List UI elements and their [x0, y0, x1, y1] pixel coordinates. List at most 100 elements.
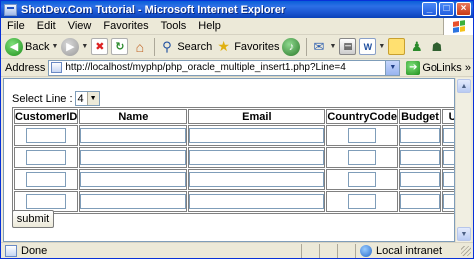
cell: [14, 147, 79, 168]
home-button[interactable]: ⌂: [131, 36, 148, 58]
scroll-down-icon[interactable]: ▼: [457, 227, 471, 241]
menu-file[interactable]: File: [1, 20, 31, 32]
name-input[interactable]: [80, 150, 187, 165]
email-input[interactable]: [189, 128, 325, 143]
discuss-icon: [388, 38, 406, 55]
mail-button[interactable]: ✉ ▼: [310, 36, 337, 58]
menu-edit[interactable]: Edit: [31, 20, 62, 32]
column-header-name: Name: [79, 109, 188, 124]
budget-input[interactable]: [400, 128, 441, 143]
maximize-button[interactable]: □: [439, 2, 454, 16]
customerid-input[interactable]: [26, 150, 67, 165]
research-button[interactable]: ☗: [428, 36, 445, 58]
mail-icon: ✉: [313, 38, 325, 54]
address-bar: Address http://localhost/myphp/php_oracl…: [1, 59, 473, 77]
budget-input[interactable]: [400, 172, 441, 187]
address-dropdown-icon[interactable]: ▼: [385, 60, 400, 75]
chevron-down-icon[interactable]: ▼: [86, 92, 99, 105]
favorites-button[interactable]: ★ Favorites: [215, 36, 279, 58]
print-button[interactable]: ▤: [339, 36, 357, 58]
status-panel: [301, 243, 319, 258]
windows-logo-icon: [443, 18, 473, 35]
email-input[interactable]: [189, 172, 325, 187]
column-header-budget: Budget: [399, 109, 442, 124]
word-edit-icon: W: [359, 38, 377, 55]
edit-button[interactable]: W ▼: [359, 36, 385, 58]
table-row: [14, 191, 454, 212]
menu-tools[interactable]: Tools: [155, 20, 193, 32]
menu-view[interactable]: View: [62, 20, 98, 32]
home-icon: ⌂: [135, 38, 145, 55]
menu-help[interactable]: Help: [192, 20, 227, 32]
cell: [188, 191, 326, 212]
status-section: Done: [1, 244, 301, 258]
title-bar[interactable]: ShotDev.Com Tutorial - Microsoft Interne…: [1, 1, 473, 18]
used-input[interactable]: [443, 150, 454, 165]
zone-text: Local intranet: [376, 244, 443, 257]
cell: [442, 147, 454, 168]
column-header-customerid: CustomerID: [14, 109, 79, 124]
close-button[interactable]: ×: [456, 2, 471, 16]
customerid-input[interactable]: [26, 172, 67, 187]
messenger-button[interactable]: ♟: [408, 36, 425, 58]
window-title: ShotDev.Com Tutorial - Microsoft Interne…: [21, 3, 286, 16]
status-text: Done: [21, 244, 48, 257]
budget-input[interactable]: [400, 194, 441, 209]
go-button[interactable]: ➔ Go: [406, 60, 437, 75]
stop-icon: ✖: [91, 38, 109, 55]
cell: [79, 125, 188, 146]
toolbar: ◀ Back ▼ ▶ ▼ ✖ ↻ ⌂ ⚲ Search ★ Favorites …: [1, 35, 473, 59]
minimize-button[interactable]: _: [422, 2, 437, 16]
address-input[interactable]: http://localhost/myphp/php_oracle_multip…: [48, 59, 401, 76]
intranet-globe-icon: [360, 244, 372, 257]
used-input[interactable]: [443, 128, 454, 143]
countrycode-input[interactable]: [348, 194, 377, 209]
page-done-icon: [5, 244, 17, 257]
media-button[interactable]: ♪: [282, 36, 301, 58]
search-button[interactable]: ⚲ Search: [158, 36, 212, 58]
menu-favorites[interactable]: Favorites: [97, 20, 154, 32]
used-input[interactable]: [443, 194, 454, 209]
forward-button[interactable]: ▶ ▼: [61, 36, 88, 58]
customer-table: CustomerID Name Email CountryCode Budget…: [12, 107, 454, 214]
research-icon: ☗: [431, 39, 443, 54]
countrycode-input[interactable]: [348, 128, 377, 143]
countrycode-input[interactable]: [348, 150, 377, 165]
line-select[interactable]: 4 ▼: [74, 91, 100, 106]
cell: [14, 191, 79, 212]
address-label: Address: [5, 61, 46, 74]
address-url: http://localhost/myphp/php_oracle_multip…: [65, 62, 346, 73]
name-input[interactable]: [80, 172, 187, 187]
name-input[interactable]: [80, 128, 187, 143]
resize-grip-icon[interactable]: [461, 246, 471, 256]
name-input[interactable]: [80, 194, 187, 209]
back-button[interactable]: ◀ Back ▼: [5, 36, 58, 58]
discuss-button[interactable]: [388, 36, 406, 58]
page-icon: [51, 62, 63, 73]
cell: [14, 125, 79, 146]
used-input[interactable]: [443, 172, 454, 187]
scroll-up-icon[interactable]: ▲: [457, 79, 471, 93]
customerid-input[interactable]: [26, 194, 67, 209]
toolbar-separator: [154, 37, 156, 56]
cell: [326, 169, 399, 190]
customerid-input[interactable]: [26, 128, 67, 143]
vertical-scrollbar[interactable]: ▲ ▼: [455, 78, 471, 242]
search-label: Search: [177, 40, 213, 53]
edit-dropdown-icon[interactable]: ▼: [378, 43, 385, 50]
menu-bar: File Edit View Favorites Tools Help: [1, 18, 473, 35]
printer-icon: ▤: [339, 38, 357, 55]
stop-button[interactable]: ✖: [91, 36, 109, 58]
refresh-button[interactable]: ↻: [111, 36, 129, 58]
email-input[interactable]: [189, 194, 325, 209]
go-arrow-icon: ➔: [406, 60, 421, 75]
back-dropdown-icon[interactable]: ▼: [51, 43, 58, 50]
countrycode-input[interactable]: [348, 172, 377, 187]
forward-dropdown-icon[interactable]: ▼: [81, 43, 88, 50]
submit-button[interactable]: submit: [12, 210, 54, 228]
links-button[interactable]: Links »: [436, 62, 471, 74]
window-controls: _ □ ×: [422, 2, 471, 16]
budget-input[interactable]: [400, 150, 441, 165]
email-input[interactable]: [189, 150, 325, 165]
mail-dropdown-icon[interactable]: ▼: [329, 43, 336, 50]
